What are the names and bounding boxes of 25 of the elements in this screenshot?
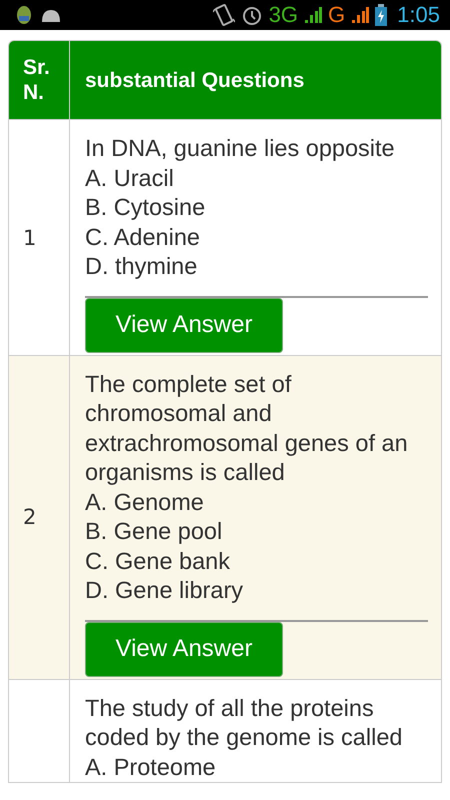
column-header: substantial Questions [84, 68, 306, 94]
question-text: The complete set of chromosomal and extrachromosomal genes of an organisms is called [85, 370, 409, 488]
answer-option: D. Gene library [85, 576, 428, 606]
row-number: 1 [23, 226, 36, 250]
network-type: 3G [268, 4, 298, 26]
question-text: The study of all the proteins coded by the genome is called [85, 694, 404, 752]
answer-option: D. thymine [85, 252, 428, 282]
answer-option: C. Gene bank [85, 546, 428, 576]
answer-option: A. Genome [85, 488, 428, 518]
clock: 1:05 [397, 2, 440, 28]
network-type: G [328, 4, 346, 26]
answer-option: A. Uracil [85, 164, 428, 194]
battery-icon [375, 4, 388, 26]
alarm-icon [240, 4, 263, 26]
question-text: In DNA, guanine lies opposite [85, 134, 396, 164]
view-answer-button[interactable]: View Answer [85, 622, 283, 677]
answer-option: A. Proteome [85, 752, 428, 782]
answer-option: B. Gene pool [85, 517, 428, 547]
signal-icon [304, 6, 322, 24]
answer-option: C. Adenine [85, 222, 428, 252]
vibrate-icon [212, 3, 235, 27]
answer-option: B. Cytosine [85, 193, 428, 223]
row-number: 2 [23, 505, 36, 530]
view-answer-button[interactable]: View Answer [85, 298, 283, 353]
signal-icon [351, 6, 370, 24]
